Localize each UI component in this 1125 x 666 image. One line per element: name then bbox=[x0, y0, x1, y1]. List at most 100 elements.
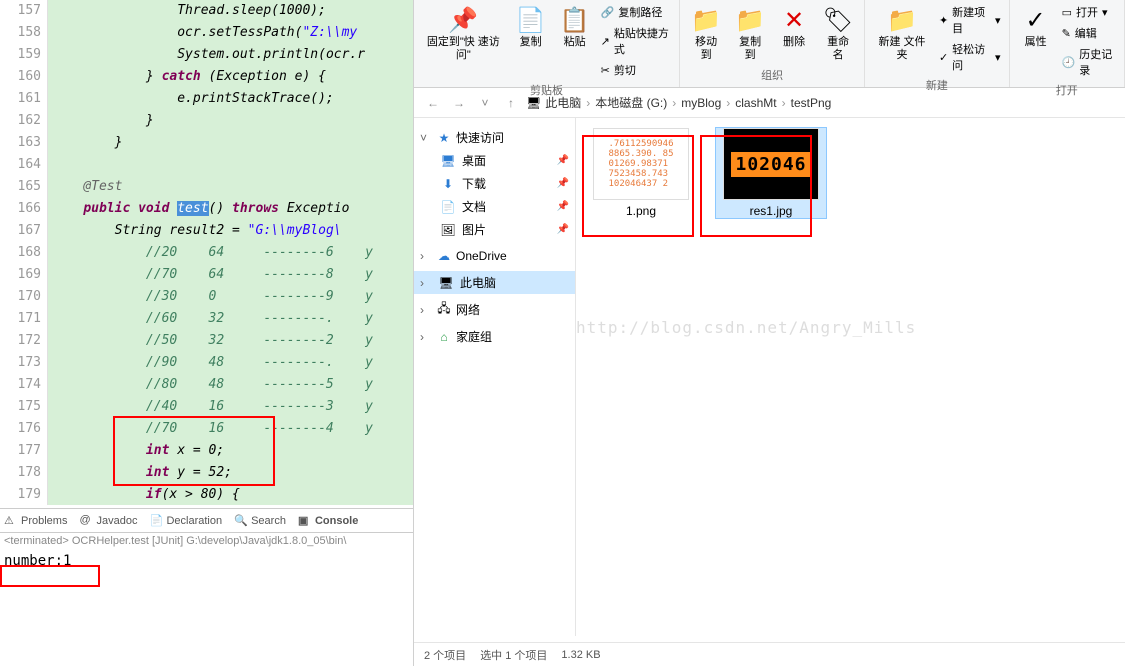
pin-icon: 📌 bbox=[557, 201, 569, 212]
rename-icon: 🏷 bbox=[822, 4, 854, 36]
link-icon: 🔗 bbox=[601, 6, 615, 19]
btn-label: 移动到 bbox=[690, 36, 722, 62]
file-area[interactable]: .76112590946 8865.390. 85 01269.98371 75… bbox=[576, 118, 1125, 636]
console-output[interactable]: number:1 bbox=[0, 549, 413, 573]
crumb[interactable]: testPng bbox=[791, 96, 832, 110]
ribbon-group-clipboard: 📌固定到"快 速访问" 📄复制 📋粘贴 🔗复制路径 ↗粘贴快捷方式 ✂剪切 剪贴… bbox=[414, 0, 680, 87]
tab-label: Javadoc bbox=[96, 515, 137, 527]
line-gutter: 1571581591601611621631641651661671681691… bbox=[0, 0, 48, 505]
sidebar-downloads[interactable]: ⬇下载📌 bbox=[414, 172, 575, 195]
btn-label: 重命名 bbox=[822, 36, 854, 62]
copy-icon: 📄 bbox=[515, 4, 547, 36]
delete-button[interactable]: ✕删除 bbox=[774, 2, 814, 51]
sidebar-label: 图片 bbox=[462, 221, 486, 238]
folder-icon: 📁 bbox=[886, 4, 918, 36]
up-button[interactable]: ↑ bbox=[500, 92, 522, 114]
console-panel: ⚠Problems @Javadoc 📄Declaration 🔍Search … bbox=[0, 508, 413, 666]
paste-shortcut-button[interactable]: ↗粘贴快捷方式 bbox=[599, 23, 673, 59]
code-content[interactable]: Thread.sleep(1000); ocr.setTessPath("Z:\… bbox=[48, 0, 413, 505]
sidebar-pictures[interactable]: 🖼 图片 📌 bbox=[414, 218, 575, 241]
breadcrumb[interactable]: 此电脑›本地磁盘 (G:)›myBlog›clashMt›testPng bbox=[545, 94, 1117, 111]
sidebar-homegroup[interactable]: ›⌂家庭组 bbox=[414, 325, 575, 348]
file-res1jpg[interactable]: 102046 res1.jpg bbox=[716, 128, 826, 218]
ribbon-group-open: ✓属性 ▭打开 ▾ ✎编辑 🕘历史记录 打开 bbox=[1010, 0, 1125, 87]
new-folder-button[interactable]: 📁新建 文件夹 bbox=[871, 2, 933, 64]
group-label: 组织 bbox=[686, 65, 858, 85]
file-1png[interactable]: .76112590946 8865.390. 85 01269.98371 75… bbox=[586, 128, 696, 218]
cut-button[interactable]: ✂剪切 bbox=[599, 60, 673, 80]
pin-icon: 📌 bbox=[557, 178, 569, 189]
btn-label: 新建 文件夹 bbox=[875, 36, 929, 62]
copy-path-button[interactable]: 🔗复制路径 bbox=[599, 2, 673, 22]
pc-icon: 🖥 bbox=[526, 96, 541, 110]
sidebar-documents[interactable]: 📄文档📌 bbox=[414, 195, 575, 218]
pin-icon: 📌 bbox=[557, 224, 569, 235]
copy-button[interactable]: 📄复制 bbox=[511, 2, 551, 51]
file-name: res1.jpg bbox=[750, 204, 793, 218]
history-icon: 🕘 bbox=[1062, 56, 1076, 69]
crumb[interactable]: 此电脑 bbox=[545, 94, 581, 111]
console-icon: ▣ bbox=[298, 514, 312, 528]
rename-button[interactable]: 🏷重命名 bbox=[818, 2, 858, 64]
copy-to-button[interactable]: 📁复制到 bbox=[730, 2, 770, 64]
btn-label: 编辑 bbox=[1075, 25, 1097, 41]
sidebar-quick-access[interactable]: ˅★快速访问 bbox=[414, 126, 575, 149]
pin-quick-access-button[interactable]: 📌固定到"快 速访问" bbox=[420, 2, 507, 64]
desktop-icon: 🖥 bbox=[440, 153, 456, 169]
pic-icon: 🖼 bbox=[440, 222, 456, 238]
open-icon: ▭ bbox=[1062, 6, 1072, 19]
sidebar-label: 家庭组 bbox=[456, 328, 492, 345]
file-thumb: 102046 bbox=[723, 128, 819, 200]
sidebar-network[interactable]: ›🖧网络 bbox=[414, 298, 575, 321]
problems-icon: ⚠ bbox=[4, 514, 18, 528]
homegroup-icon: ⌂ bbox=[436, 329, 452, 345]
ribbon: 📌固定到"快 速访问" 📄复制 📋粘贴 🔗复制路径 ↗粘贴快捷方式 ✂剪切 剪贴… bbox=[414, 0, 1125, 88]
crumb[interactable]: clashMt bbox=[735, 96, 776, 110]
btn-label: 历史记录 bbox=[1079, 46, 1116, 78]
sidebar-label: 此电脑 bbox=[460, 274, 496, 291]
btn-label: 剪切 bbox=[614, 62, 636, 78]
edit-icon: ✎ bbox=[1062, 27, 1071, 40]
btn-label: 复制到 bbox=[734, 36, 766, 62]
javadoc-icon: @ bbox=[79, 514, 93, 528]
sidebar-label: 文档 bbox=[462, 198, 486, 215]
btn-label: 新建项目 bbox=[952, 4, 991, 36]
paste-button[interactable]: 📋粘贴 bbox=[555, 2, 595, 51]
easy-access-button[interactable]: ✓轻松访问 ▾ bbox=[937, 39, 1003, 75]
properties-button[interactable]: ✓属性 bbox=[1016, 2, 1056, 51]
back-button[interactable]: ← bbox=[422, 92, 444, 114]
tab-label: Console bbox=[315, 515, 358, 527]
btn-label: 固定到"快 速访问" bbox=[424, 36, 503, 62]
open-button[interactable]: ▭打开 ▾ bbox=[1060, 2, 1118, 22]
btn-label: 打开 bbox=[1076, 4, 1098, 20]
crumb[interactable]: 本地磁盘 (G:) bbox=[595, 94, 667, 111]
star-icon: ★ bbox=[436, 130, 452, 146]
sidebar-this-pc[interactable]: › 🖥 此电脑 bbox=[414, 271, 575, 294]
file-name: 1.png bbox=[626, 204, 656, 218]
expand-icon: › bbox=[420, 276, 432, 290]
item-count: 2 个项目 bbox=[424, 647, 466, 663]
file-explorer: 📌固定到"快 速访问" 📄复制 📋粘贴 🔗复制路径 ↗粘贴快捷方式 ✂剪切 剪贴… bbox=[413, 0, 1125, 666]
sidebar-label: OneDrive bbox=[456, 249, 507, 263]
tab-label: Search bbox=[251, 515, 286, 527]
move-to-button[interactable]: 📁移动到 bbox=[686, 2, 726, 64]
crumb[interactable]: myBlog bbox=[681, 96, 721, 110]
tab-problems[interactable]: ⚠Problems bbox=[4, 514, 67, 528]
sidebar-desktop[interactable]: 🖥桌面📌 bbox=[414, 149, 575, 172]
tab-console[interactable]: ▣Console bbox=[298, 514, 358, 528]
pc-icon: 🖥 bbox=[438, 275, 454, 291]
tab-javadoc[interactable]: @Javadoc bbox=[79, 514, 137, 528]
ribbon-group-organize: 📁移动到 📁复制到 ✕删除 🏷重命名 组织 bbox=[680, 0, 865, 87]
tab-search[interactable]: 🔍Search bbox=[234, 514, 286, 528]
console-tabs: ⚠Problems @Javadoc 📄Declaration 🔍Search … bbox=[0, 509, 413, 533]
recent-button[interactable]: ˅ bbox=[474, 92, 496, 114]
selected-size: 1.32 KB bbox=[561, 649, 600, 661]
history-button[interactable]: 🕘历史记录 bbox=[1060, 44, 1118, 80]
expand-icon: › bbox=[420, 249, 432, 263]
status-bar: 2 个项目 选中 1 个项目 1.32 KB bbox=[414, 642, 1125, 666]
forward-button[interactable]: → bbox=[448, 92, 470, 114]
tab-declaration[interactable]: 📄Declaration bbox=[149, 514, 222, 528]
sidebar-onedrive[interactable]: ›☁OneDrive bbox=[414, 245, 575, 267]
new-item-button[interactable]: ✦新建项目 ▾ bbox=[937, 2, 1003, 38]
edit-button[interactable]: ✎ 编辑 bbox=[1060, 23, 1118, 43]
